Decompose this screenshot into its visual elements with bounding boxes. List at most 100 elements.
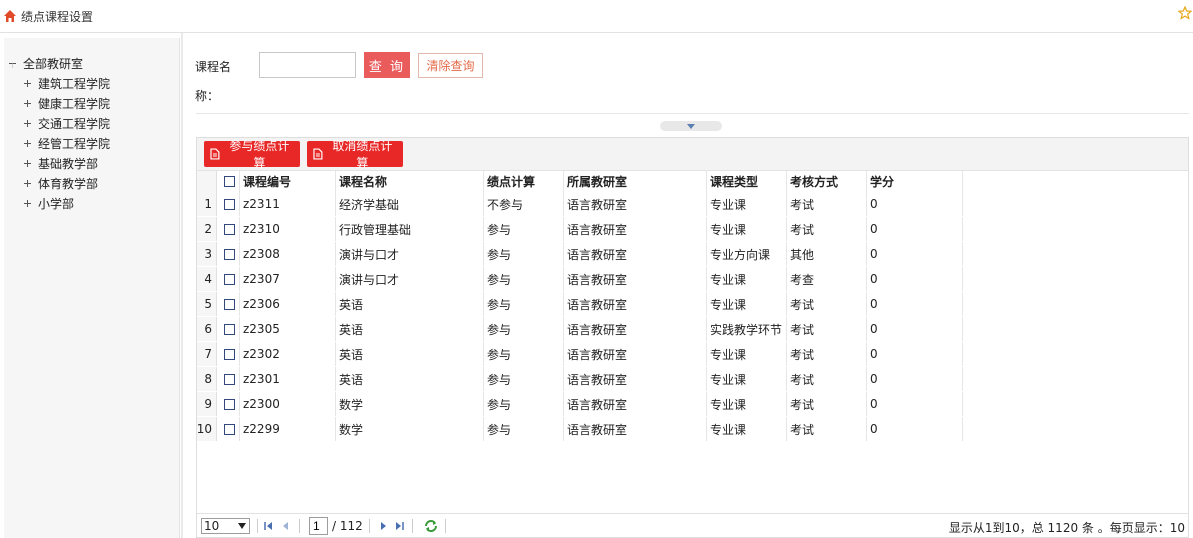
course-grid: 参与绩点计算 取消绩点计算 课程编号 课程名称 绩点计算 所属教研室 课程类型 … [196,137,1189,538]
tree-item[interactable]: 体育教学部 [23,175,98,191]
pager-separator [257,519,258,533]
total-pages: / 112 [332,519,363,533]
exam-method-cell: 考试 [787,317,867,341]
row-number-header [197,171,217,192]
course-name-label-cont: 称： [195,89,220,103]
expand-icon[interactable] [23,119,32,128]
department-cell: 语言教研室 [564,317,707,341]
gpa-calc-cell: 参与 [484,292,564,316]
tree-item[interactable]: 基础教学部 [23,155,98,171]
course-name-cell: 数学 [336,392,484,416]
row-number: 9 [197,392,217,416]
cancel-gpa-button[interactable]: 取消绩点计算 [307,139,403,170]
tree-item[interactable]: 建筑工程学院 [23,75,110,91]
page-size-select[interactable]: 10 [201,518,250,534]
column-header[interactable]: 课程名称 [336,171,484,192]
select-all-checkbox[interactable] [224,176,235,187]
expand-icon[interactable] [23,99,32,108]
department-cell: 语言教研室 [564,192,707,216]
expand-icon[interactable] [23,79,32,88]
star-icon[interactable] [1178,6,1192,20]
course-name-label: 课程名 [195,60,232,74]
course-code-cell: z2306 [240,292,336,316]
credit-cell: 0 [867,392,963,416]
collapse-icon[interactable] [8,59,17,68]
prev-page-icon[interactable] [281,521,291,531]
doc-icon [313,148,323,160]
expand-icon[interactable] [23,199,32,208]
department-tree-panel: 全部教研室 建筑工程学院 健康工程学院 交通工程学院 经管工程学院 基础教学部 … [4,38,180,538]
course-type-cell: 专业课 [707,417,787,441]
expand-icon[interactable] [23,179,32,188]
page-title: 绩点课程设置 [21,9,94,24]
row-checkbox[interactable] [224,223,235,235]
gpa-calc-cell: 参与 [484,217,564,241]
query-button[interactable]: 查 询 [364,52,410,78]
pager-separator [412,519,413,533]
current-page-input[interactable] [309,517,328,535]
course-code-cell: z2311 [240,192,336,216]
course-type-cell: 专业方向课 [707,242,787,266]
row-checkbox[interactable] [224,323,235,335]
gpa-calc-cell: 参与 [484,367,564,391]
column-header[interactable]: 考核方式 [787,171,867,192]
row-checkbox[interactable] [224,348,235,360]
tree-root[interactable]: 全部教研室 [8,55,83,71]
exam-method-cell: 考试 [787,342,867,366]
row-number: 8 [197,367,217,391]
department-cell: 语言教研室 [564,392,707,416]
divider [196,113,1189,114]
row-select-cell [217,367,240,391]
row-checkbox[interactable] [224,198,235,210]
next-page-icon[interactable] [378,521,388,531]
tree-item[interactable]: 小学部 [23,195,74,211]
chevron-down-icon [687,123,695,129]
course-type-cell: 专业课 [707,367,787,391]
credit-cell: 0 [867,317,963,341]
first-page-icon[interactable] [264,521,274,531]
row-number: 2 [197,217,217,241]
column-header[interactable]: 所属教研室 [564,171,707,192]
last-page-icon[interactable] [394,521,404,531]
expand-icon[interactable] [23,139,32,148]
row-checkbox[interactable] [224,398,235,410]
row-select-cell [217,417,240,441]
tree-item-label: 经管工程学院 [38,136,111,151]
row-checkbox[interactable] [224,423,235,435]
credit-cell: 0 [867,217,963,241]
gpa-calc-cell: 不参与 [484,192,564,216]
pager-separator [369,519,370,533]
row-select-cell [217,242,240,266]
row-number: 5 [197,292,217,316]
tree-item[interactable]: 经管工程学院 [23,135,110,151]
panel-splitter[interactable] [181,33,183,538]
exam-method-cell: 考试 [787,192,867,216]
select-all-cell [217,171,240,192]
course-name-cell: 演讲与口才 [336,267,484,291]
join-gpa-button[interactable]: 参与绩点计算 [204,139,300,170]
gpa-calc-cell: 参与 [484,317,564,341]
clear-query-button[interactable]: 清除查询 [418,53,483,78]
course-name-cell: 英语 [336,367,484,391]
credit-cell: 0 [867,342,963,366]
column-header[interactable]: 绩点计算 [484,171,564,192]
column-header[interactable]: 学分 [867,171,963,192]
row-checkbox[interactable] [224,298,235,310]
course-name-input[interactable] [259,52,356,78]
home-icon [4,10,16,22]
row-number: 3 [197,242,217,266]
column-header[interactable]: 课程类型 [707,171,787,192]
column-header[interactable]: 课程编号 [240,171,336,192]
row-checkbox[interactable] [224,248,235,260]
row-checkbox[interactable] [224,373,235,385]
tree-item-label: 健康工程学院 [38,96,111,111]
row-number: 7 [197,342,217,366]
row-checkbox[interactable] [224,273,235,285]
collapse-search-toggle[interactable] [660,121,722,131]
tree-item[interactable]: 健康工程学院 [23,95,110,111]
expand-icon[interactable] [23,159,32,168]
department-cell: 语言教研室 [564,242,707,266]
tree-item[interactable]: 交通工程学院 [23,115,110,131]
refresh-icon[interactable] [424,520,438,532]
department-cell: 语言教研室 [564,417,707,441]
